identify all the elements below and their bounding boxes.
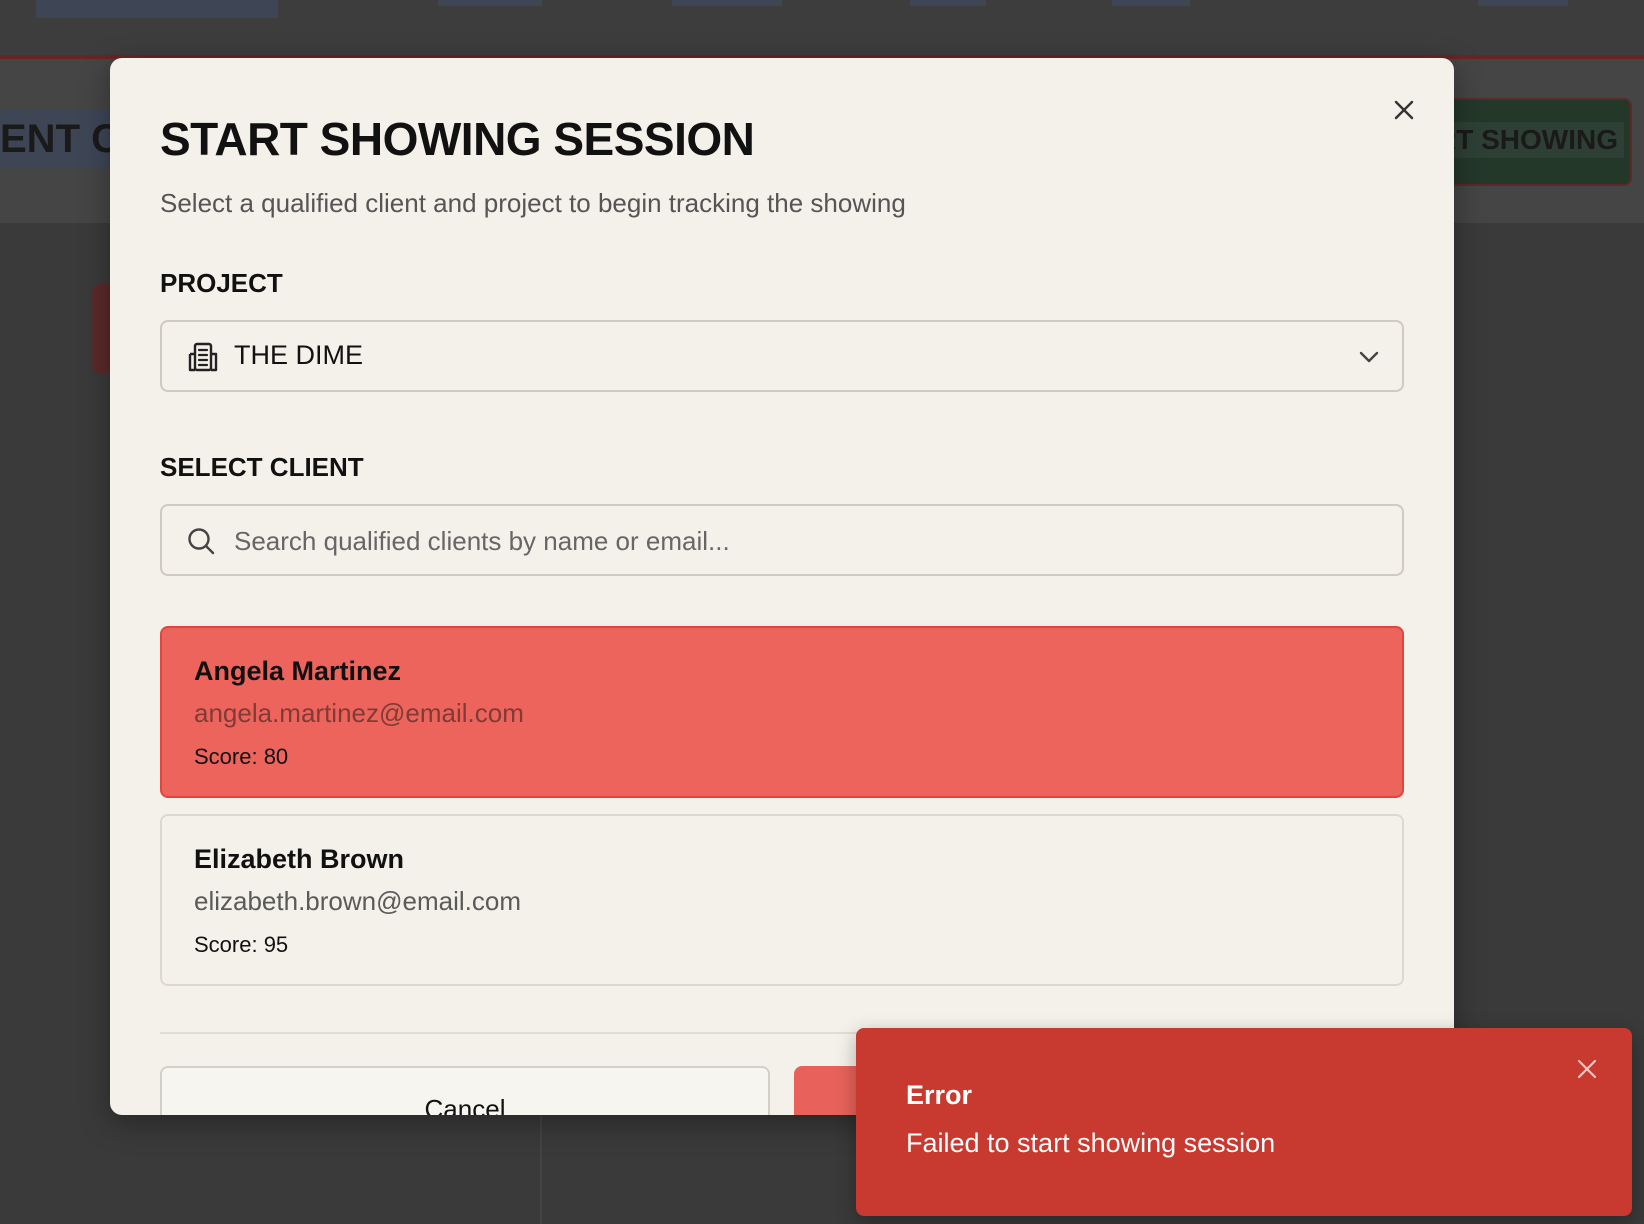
cancel-button[interactable]: Cancel	[160, 1066, 770, 1115]
close-icon	[1394, 100, 1414, 120]
client-card-elizabeth-brown[interactable]: Elizabeth Brown elizabeth.brown@email.co…	[160, 814, 1404, 986]
building-icon	[188, 342, 218, 372]
select-client-label: SELECT CLIENT	[160, 452, 364, 482]
nav-item	[910, 0, 986, 6]
search-icon	[188, 528, 215, 555]
client-email: elizabeth.brown@email.com	[194, 886, 521, 916]
modal-subtitle: Select a qualified client and project to…	[160, 188, 906, 218]
panel-divider	[540, 1100, 542, 1224]
client-search-input[interactable]	[232, 518, 1386, 564]
project-label: PROJECT	[160, 268, 283, 298]
page-title: ENT CO	[0, 110, 120, 168]
top-nav-bar	[0, 0, 1644, 59]
nav-item	[1478, 0, 1568, 6]
close-icon[interactable]	[1574, 1056, 1600, 1082]
client-score: Score: 95	[194, 932, 289, 957]
error-toast: Error Failed to start showing session	[856, 1028, 1632, 1216]
client-score: Score: 80	[194, 744, 289, 769]
client-search-box	[160, 504, 1404, 576]
nav-item	[1112, 0, 1190, 6]
modal-title: START SHOWING SESSION	[160, 113, 755, 165]
client-name: Angela Martinez	[194, 656, 402, 686]
project-selected-value: THE DIME	[234, 340, 364, 370]
start-showing-modal: START SHOWING SESSION Select a qualified…	[110, 58, 1454, 1115]
toast-message: Failed to start showing session	[906, 1128, 1276, 1158]
client-card-angela-martinez[interactable]: Angela Martinez angela.martinez@email.co…	[160, 626, 1404, 798]
client-name: Elizabeth Brown	[194, 844, 405, 874]
project-select[interactable]: THE DIME	[160, 320, 1404, 392]
app-logo	[36, 0, 278, 18]
nav-item	[672, 0, 782, 6]
start-showing-label: RT SHOWING	[1430, 122, 1624, 158]
close-modal-button[interactable]	[1386, 92, 1422, 128]
client-email: angela.martinez@email.com	[194, 698, 524, 728]
toast-title: Error	[906, 1080, 973, 1110]
nav-item	[438, 0, 542, 6]
chevron-down-icon	[1359, 351, 1379, 363]
